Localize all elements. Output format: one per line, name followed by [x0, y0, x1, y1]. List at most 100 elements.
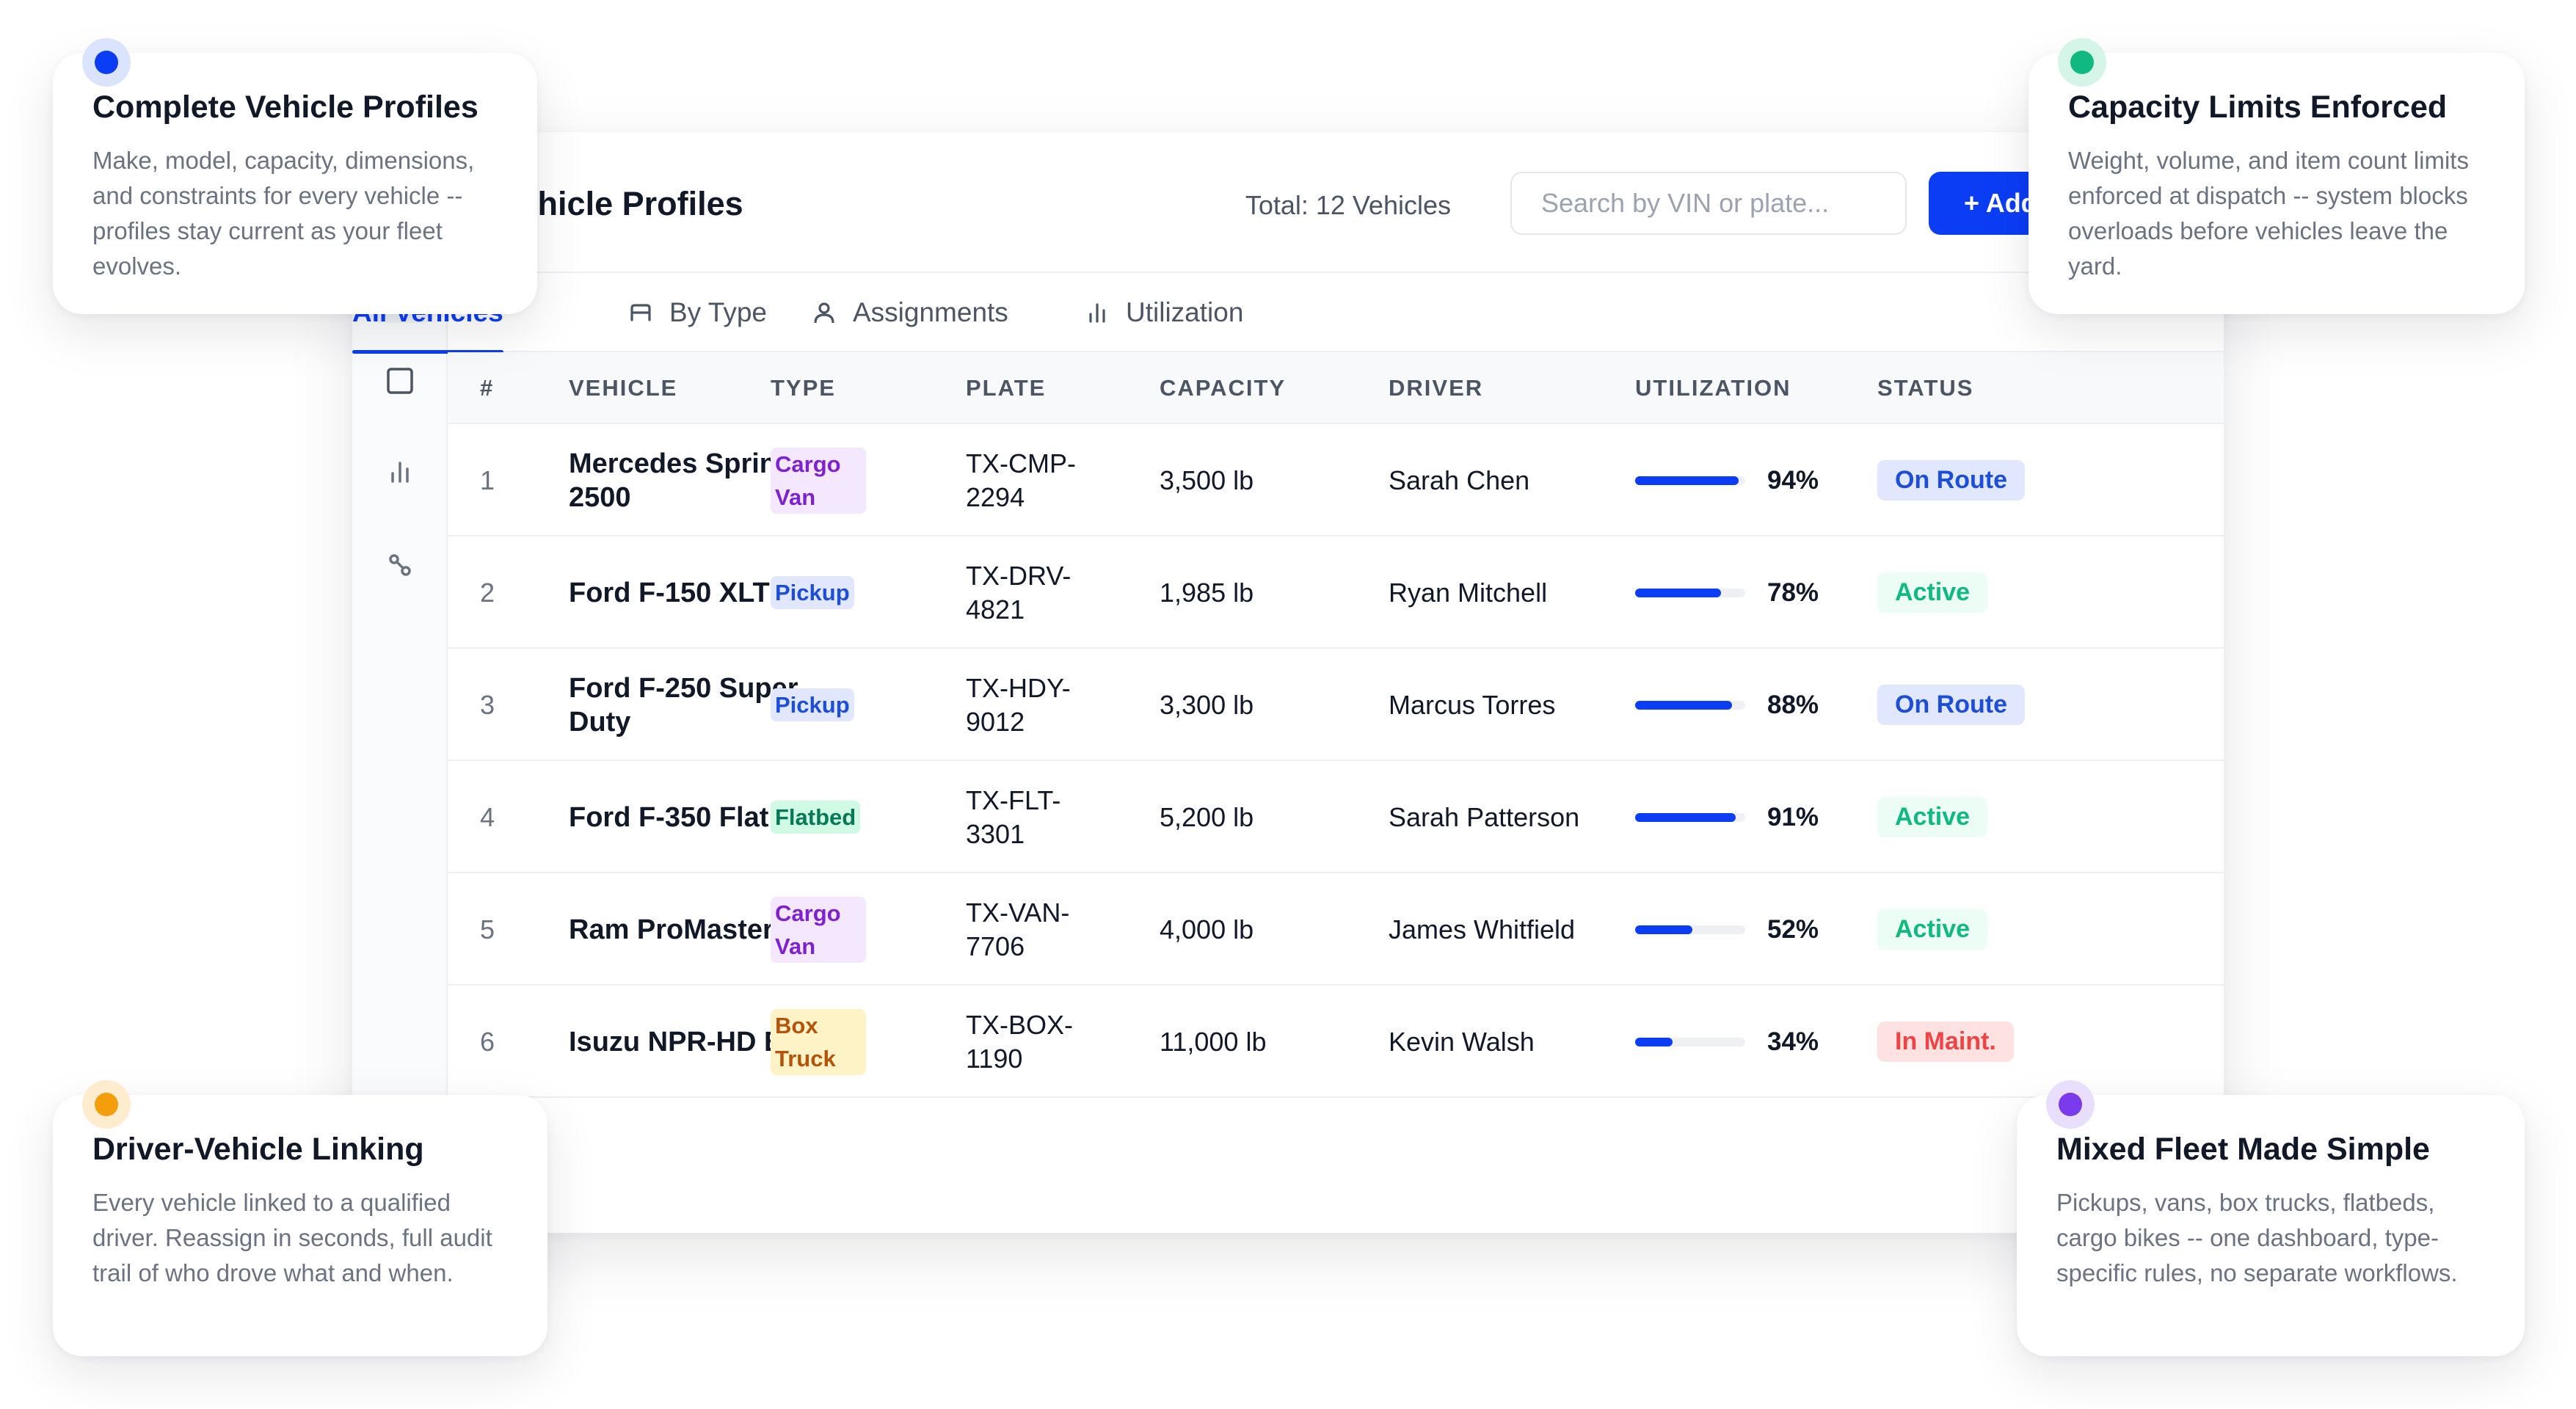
vehicle-type-badge: Flatbed	[771, 801, 861, 834]
card-title: Complete Vehicle Profiles	[92, 90, 479, 125]
card-description: Make, model, capacity, dimensions, and c…	[92, 147, 475, 280]
tab-utilization[interactable]: Utilization	[1083, 273, 1243, 352]
card-description: Every vehicle linked to a qualified driv…	[92, 1189, 492, 1286]
utilization-percent: 94%	[1767, 465, 1819, 495]
driver-name[interactable]: Ryan Mitchell	[1389, 536, 1609, 649]
utilization-track	[1635, 812, 1745, 822]
vehicle-type-badge: Cargo Van	[771, 896, 866, 963]
utilization-fill	[1635, 925, 1692, 934]
capacity-value: 11,000 lb	[1160, 1026, 1267, 1057]
table-row[interactable]: 3 Ford F-250 Super Duty Pickup TX-HDY-9012 3…	[448, 649, 2224, 761]
utilization-track	[1635, 700, 1745, 710]
card-title: Mixed Fleet Made Simple	[2056, 1132, 2430, 1167]
plate-number: TX-VAN-7706	[966, 897, 1070, 961]
column-header-status[interactable]: STATUS	[1877, 352, 1973, 424]
utilization-percent: 78%	[1767, 578, 1819, 607]
vehicle-type-badge: Cargo Van	[771, 447, 866, 514]
column-header-plate[interactable]: PLATE	[966, 352, 1046, 424]
utilization-meter: 34%	[1635, 1027, 1819, 1057]
row-number: 3	[480, 689, 495, 720]
utilization-fill	[1635, 700, 1732, 710]
table-row[interactable]: 1 Mercedes Sprinter 2500 Cargo Van TX-CMP-2…	[448, 424, 2224, 536]
utilization-meter: 88%	[1635, 691, 1819, 720]
total-count: Total: 12 Vehicles	[1245, 190, 1451, 220]
utilization-percent: 91%	[1767, 802, 1819, 831]
feature-card-driver-linking: Driver-Vehicle Linking Every vehicle lin…	[53, 1080, 547, 1356]
utilization-track	[1635, 476, 1745, 485]
status-badge: Active	[1877, 909, 1988, 950]
row-number: 1	[480, 465, 495, 495]
capacity-value: 5,200 lb	[1160, 801, 1254, 832]
card-dot-icon	[82, 38, 131, 87]
feature-card-capacity-limits: Capacity Limits Enforced Weight, volume,…	[2029, 38, 2525, 314]
tab-label: By Type	[669, 297, 768, 327]
card-dot-icon	[2046, 1080, 2095, 1129]
utilization-fill	[1635, 812, 1736, 822]
vehicle-type-badge: Box Truck	[771, 1008, 866, 1075]
driver-name[interactable]: James Whitfield	[1389, 873, 1609, 986]
utilization-fill	[1635, 588, 1721, 597]
tab-label: Utilization	[1126, 297, 1244, 327]
utilization-meter: 78%	[1635, 578, 1819, 608]
column-header-vehicle[interactable]: VEHICLE	[569, 352, 677, 424]
table-body: 1 Mercedes Sprinter 2500 Cargo Van TX-CMP-2…	[448, 424, 2224, 1098]
driver-name[interactable]: Sarah Patterson	[1389, 761, 1609, 873]
card-description: Pickups, vans, box trucks, flatbeds, car…	[2056, 1189, 2458, 1286]
utilization-percent: 52%	[1767, 914, 1819, 944]
status-badge: Active	[1877, 797, 1988, 837]
tab-by-type[interactable]: By Type	[627, 273, 767, 352]
feature-card-mixed-fleet: Mixed Fleet Made Simple Pickups, vans, b…	[2017, 1080, 2525, 1356]
utilization-percent: 34%	[1767, 1027, 1819, 1056]
tab-assignments[interactable]: Assignments	[810, 273, 1008, 352]
utilization-track	[1635, 588, 1745, 597]
table-row[interactable]: 4 Ford F-350 Flatbed Flatbed TX-FLT-3301 5,2…	[448, 761, 2224, 873]
table-row[interactable]: 6 Isuzu NPR-HD Box Box Truck TX-BOX-1190 11,…	[448, 986, 2224, 1098]
column-header-utilization[interactable]: UTILIZATION	[1635, 352, 1791, 424]
status-badge: On Route	[1877, 460, 2025, 500]
bar-chart-icon[interactable]	[383, 455, 417, 489]
utilization-track	[1635, 1037, 1745, 1046]
top-bar: Vehicle Profiles Total: 12 Vehicles + Ad…	[352, 132, 2224, 273]
table-row[interactable]: 2 Ford F-150 XLT Pickup TX-DRV-4821 1,985 lb…	[448, 536, 2224, 649]
driver-name[interactable]: Kevin Walsh	[1389, 986, 1609, 1098]
card-title: Capacity Limits Enforced	[2068, 90, 2448, 125]
utilization-fill	[1635, 1037, 1673, 1046]
tab-bar: All Vehicles By Type Assignments Utiliza…	[352, 273, 2224, 354]
capacity-value: 1,985 lb	[1160, 577, 1254, 608]
sidebar	[352, 273, 448, 1233]
plate-number: TX-HDY-9012	[966, 672, 1071, 737]
status-badge: Active	[1877, 572, 1988, 613]
capacity-value: 3,500 lb	[1160, 465, 1254, 495]
feature-card-vehicle-profiles: Complete Vehicle Profiles Make, model, c…	[53, 38, 537, 314]
row-number: 6	[480, 1026, 495, 1057]
table-row[interactable]: 5 Ram ProMaster 2500 Cargo Van TX-VAN-7706 4…	[448, 873, 2224, 986]
utilization-meter: 91%	[1635, 803, 1819, 832]
row-number: 4	[480, 801, 495, 832]
column-header-type[interactable]: TYPE	[771, 352, 836, 424]
vehicle-type-badge: Pickup	[771, 688, 854, 721]
capacity-value: 4,000 lb	[1160, 914, 1254, 944]
route-icon[interactable]	[383, 548, 417, 582]
plate-number: TX-DRV-4821	[966, 560, 1071, 625]
column-header-number[interactable]: #	[480, 352, 494, 424]
search-input[interactable]	[1510, 172, 1907, 235]
plate-number: TX-BOX-1190	[966, 1009, 1074, 1074]
checkbox-icon[interactable]	[383, 364, 417, 398]
table-header: # VEHICLE TYPE PLATE CAPACITY DRIVER UTI…	[448, 352, 2224, 424]
card-dot-icon	[2058, 38, 2106, 87]
tab-label: Assignments	[853, 297, 1008, 327]
column-header-capacity[interactable]: CAPACITY	[1160, 352, 1286, 424]
status-badge: In Maint.	[1877, 1022, 2014, 1062]
utilization-track	[1635, 925, 1745, 934]
driver-name[interactable]: Sarah Chen	[1389, 424, 1609, 536]
column-header-driver[interactable]: DRIVER	[1389, 352, 1483, 424]
row-number: 5	[480, 914, 495, 944]
bar-chart-icon	[1089, 303, 1105, 323]
utilization-percent: 88%	[1767, 690, 1819, 719]
card-title: Driver-Vehicle Linking	[92, 1132, 424, 1167]
driver-name[interactable]: Marcus Torres	[1389, 649, 1609, 761]
utilization-meter: 52%	[1635, 915, 1819, 944]
card-description: Weight, volume, and item count limits en…	[2068, 147, 2469, 280]
app-window: Vehicle Profiles Total: 12 Vehicles + Ad…	[352, 132, 2224, 1233]
vehicles-table: # VEHICLE TYPE PLATE CAPACITY DRIVER UTI…	[448, 352, 2224, 1098]
